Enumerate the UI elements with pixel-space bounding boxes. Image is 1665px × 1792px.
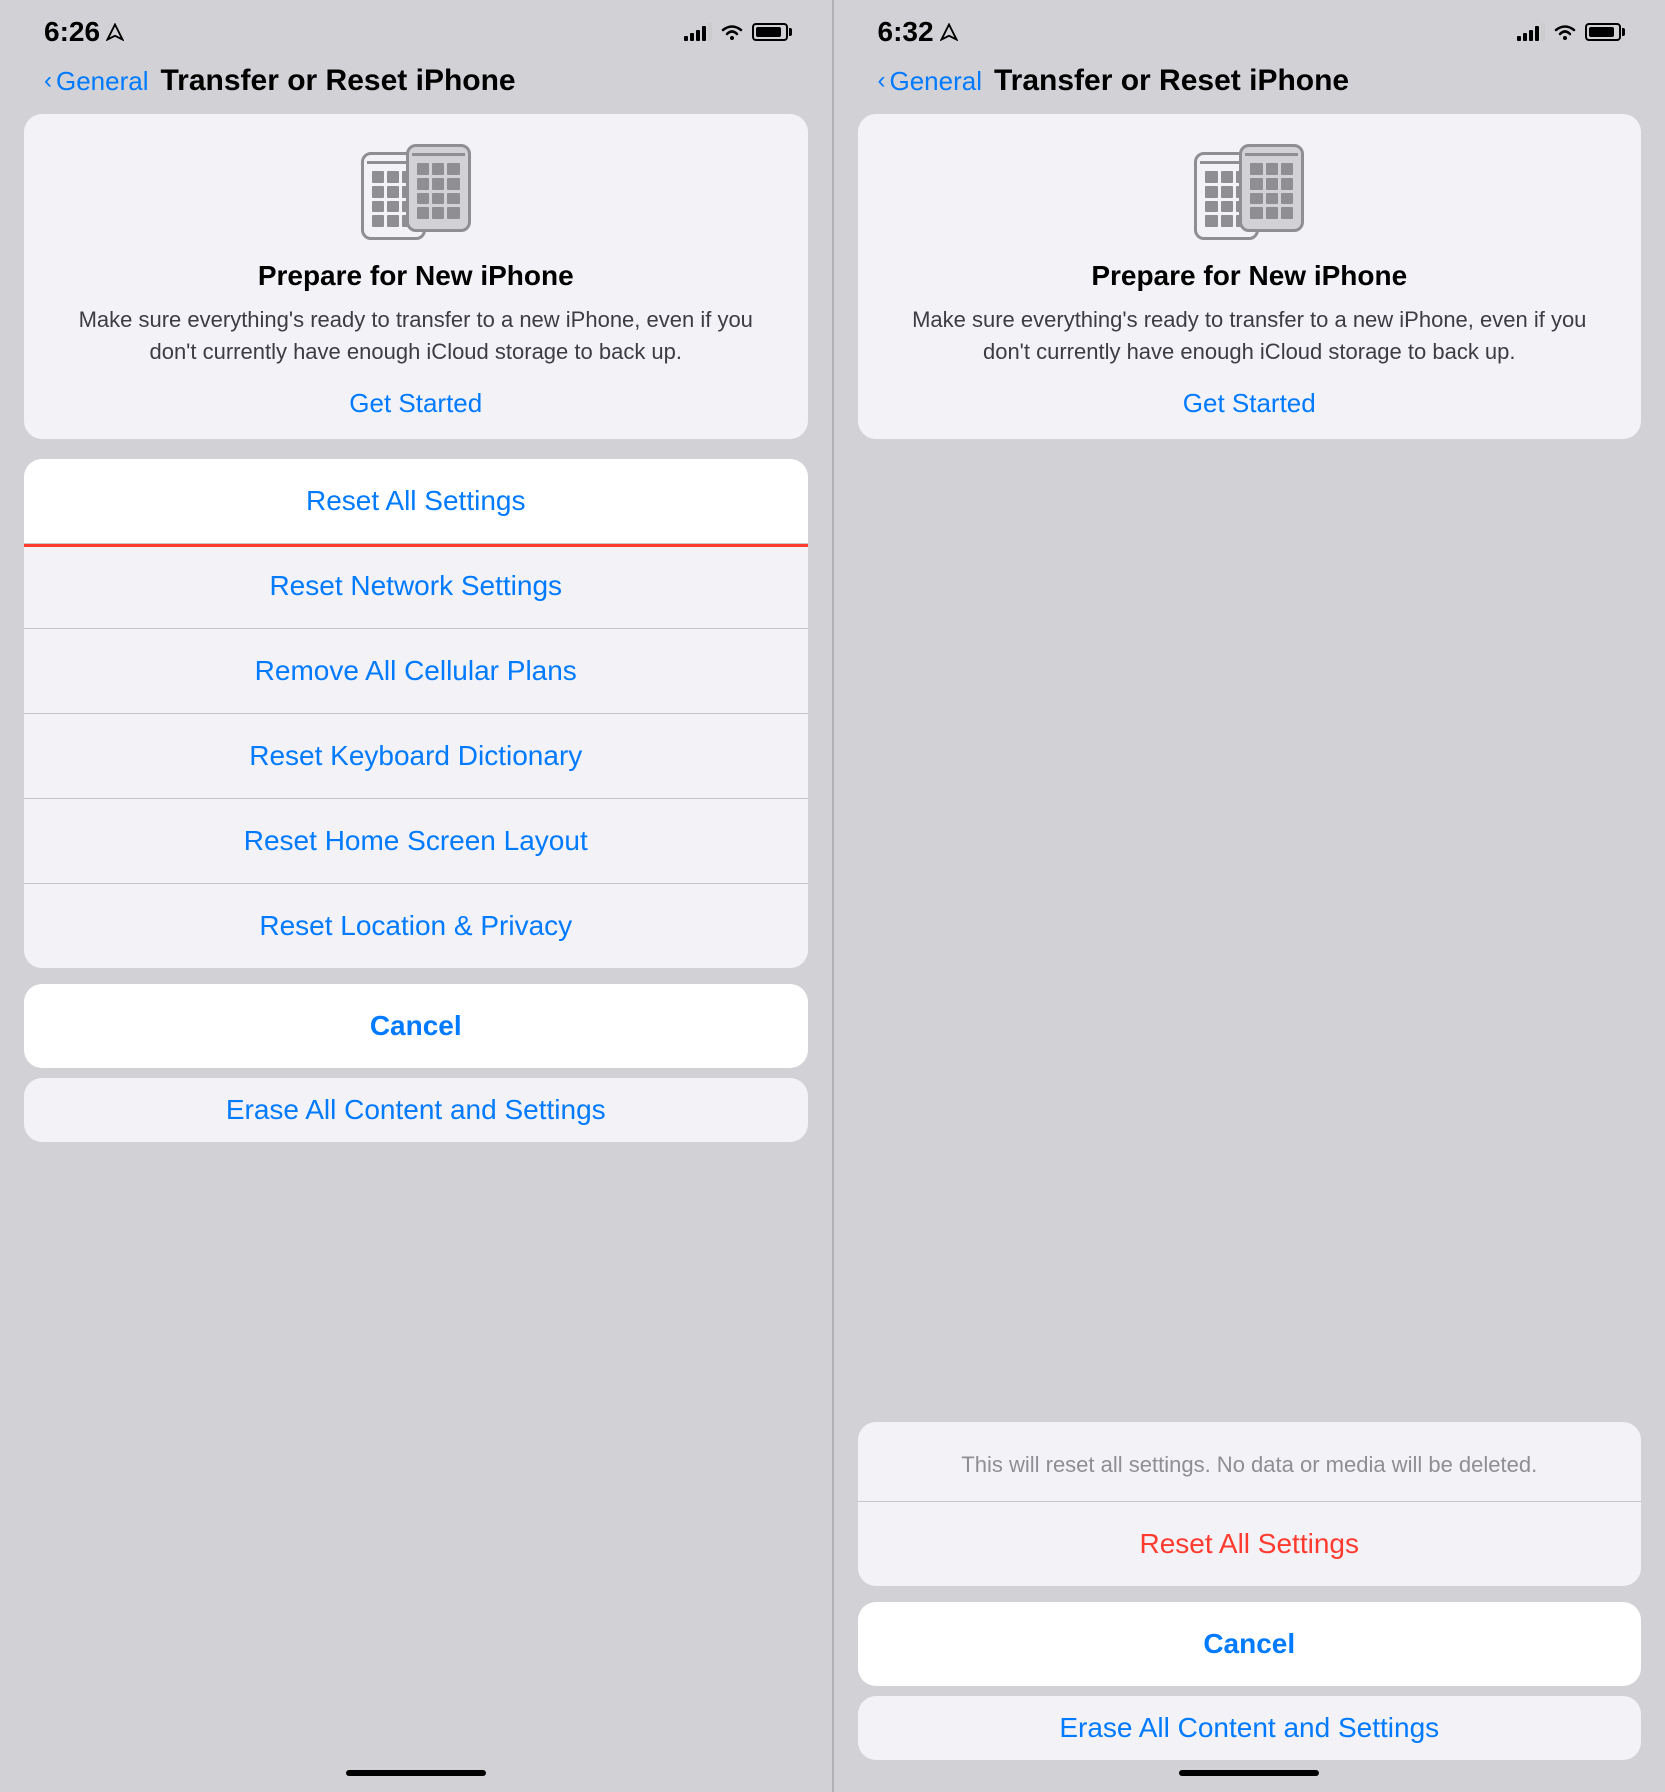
get-started-button-right[interactable]: Get Started	[1183, 388, 1316, 419]
time-text-right: 6:32	[878, 16, 934, 48]
reset-keyboard-dictionary-label: Reset Keyboard Dictionary	[249, 740, 582, 772]
status-bar-left: 6:26	[20, 0, 812, 54]
reset-all-settings-label: Reset All Settings	[306, 485, 525, 517]
reset-options-list-left: Reset All Settings Reset Network Setting…	[24, 459, 808, 968]
reset-keyboard-dictionary-item[interactable]: Reset Keyboard Dictionary	[24, 714, 808, 799]
confirm-reset-label: Reset All Settings	[1140, 1528, 1359, 1560]
confirmation-card: This will reset all settings. No data or…	[858, 1422, 1642, 1586]
remove-cellular-plans-item[interactable]: Remove All Cellular Plans	[24, 629, 808, 714]
prepare-card-left: Prepare for New iPhone Make sure everyth…	[24, 114, 808, 439]
home-indicator-left	[20, 1760, 812, 1792]
confirm-reset-button[interactable]: Reset All Settings	[858, 1502, 1642, 1586]
phone-transfer-icon-left	[361, 144, 471, 244]
left-panel: 6:26 ‹	[0, 0, 832, 1792]
time-left: 6:26	[44, 16, 124, 48]
home-bar-right	[1179, 1770, 1319, 1776]
signal-icon-right	[1517, 23, 1545, 41]
cancel-button-right[interactable]: Cancel	[858, 1602, 1642, 1686]
status-icons-left	[684, 23, 788, 41]
location-icon-right	[940, 23, 958, 41]
prepare-desc-right: Make sure everything's ready to transfer…	[888, 304, 1612, 368]
phone-transfer-icon-right	[1194, 144, 1304, 244]
nav-header-right: ‹ General Transfer or Reset iPhone	[854, 54, 1646, 114]
confirm-description: This will reset all settings. No data or…	[858, 1422, 1642, 1481]
nav-title-left: Transfer or Reset iPhone	[161, 64, 516, 98]
reset-network-settings-label: Reset Network Settings	[269, 570, 562, 602]
reset-home-screen-label: Reset Home Screen Layout	[244, 825, 588, 857]
back-button-left[interactable]: ‹ General	[44, 66, 149, 97]
nav-title-right: Transfer or Reset iPhone	[994, 64, 1349, 98]
right-panel: 6:32 ‹ Gener	[834, 0, 1665, 1792]
location-icon-left	[106, 23, 124, 41]
home-indicator-right	[854, 1760, 1646, 1792]
cancel-button-left[interactable]: Cancel	[24, 984, 808, 1068]
reset-home-screen-item[interactable]: Reset Home Screen Layout	[24, 799, 808, 884]
prepare-card-right: Prepare for New iPhone Make sure everyth…	[858, 114, 1642, 439]
time-right: 6:32	[878, 16, 958, 48]
home-bar-left	[346, 1770, 486, 1776]
back-label-left: General	[56, 66, 149, 97]
wifi-icon-left	[720, 23, 744, 41]
erase-partial-right[interactable]: Erase All Content and Settings	[858, 1696, 1642, 1760]
prepare-desc-left: Make sure everything's ready to transfer…	[54, 304, 778, 368]
battery-icon-left	[752, 23, 788, 41]
reset-all-settings-item[interactable]: Reset All Settings	[24, 459, 808, 544]
back-label-right: General	[890, 66, 983, 97]
get-started-button-left[interactable]: Get Started	[349, 388, 482, 419]
remove-cellular-plans-label: Remove All Cellular Plans	[255, 655, 577, 687]
battery-icon-right	[1585, 23, 1621, 41]
prepare-title-left: Prepare for New iPhone	[258, 260, 574, 292]
back-button-right[interactable]: ‹ General	[878, 66, 983, 97]
prepare-title-right: Prepare for New iPhone	[1091, 260, 1407, 292]
erase-partial-left[interactable]: Erase All Content and Settings	[24, 1078, 808, 1142]
spacer-right	[854, 459, 1646, 1422]
reset-location-privacy-label: Reset Location & Privacy	[259, 910, 572, 942]
wifi-icon-right	[1553, 23, 1577, 41]
cancel-label-left: Cancel	[370, 1010, 462, 1042]
erase-partial-label-left: Erase All Content and Settings	[226, 1094, 606, 1125]
cancel-label-right: Cancel	[1203, 1628, 1295, 1660]
signal-icon-left	[684, 23, 712, 41]
reset-network-settings-item[interactable]: Reset Network Settings	[24, 544, 808, 629]
chevron-icon-left: ‹	[44, 67, 52, 95]
reset-location-privacy-item[interactable]: Reset Location & Privacy	[24, 884, 808, 968]
erase-partial-label-right: Erase All Content and Settings	[1059, 1712, 1439, 1743]
status-icons-right	[1517, 23, 1621, 41]
status-bar-right: 6:32	[854, 0, 1646, 54]
chevron-icon-right: ‹	[878, 67, 886, 95]
time-text-left: 6:26	[44, 16, 100, 48]
nav-header-left: ‹ General Transfer or Reset iPhone	[20, 54, 812, 114]
